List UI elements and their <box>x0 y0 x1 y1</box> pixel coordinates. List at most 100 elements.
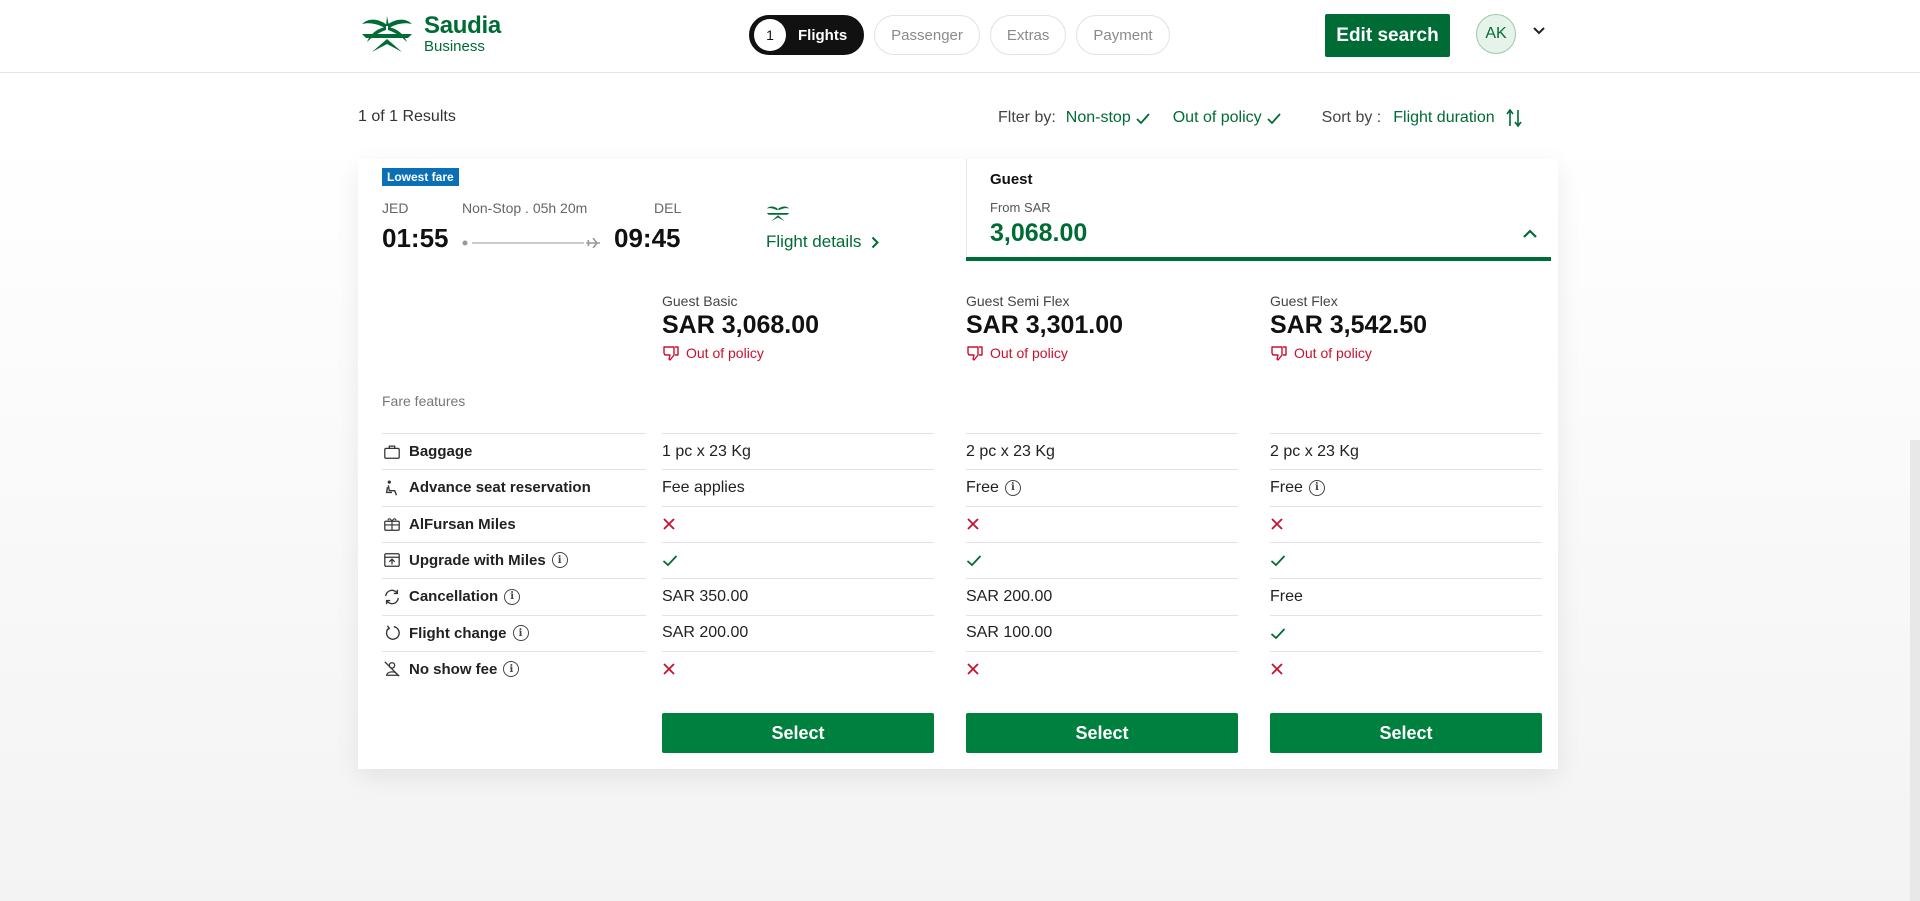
edit-search-button[interactable]: Edit search <box>1325 14 1450 57</box>
sort-label: Sort by : <box>1321 109 1382 126</box>
feature-value-cell: SAR 100.00 <box>966 614 1238 651</box>
flight-result-card: Lowest fare JED Non-Stop . 05h 20m DEL 0… <box>358 159 1558 769</box>
logo-subtitle: Business <box>424 38 485 55</box>
feature-value-cell: 1 pc x 23 Kg <box>662 433 934 469</box>
feature-value: SAR 100.00 <box>966 624 1053 641</box>
feature-row: No show fee i <box>382 650 1542 687</box>
out-of-policy-label: Out of policy <box>662 344 934 362</box>
avatar[interactable]: AK <box>1476 14 1516 54</box>
cross-icon <box>1271 518 1283 530</box>
info-icon[interactable]: i <box>512 625 529 641</box>
feature-label-cell: Cancellation i <box>382 578 646 614</box>
check-icon <box>1267 113 1281 125</box>
feature-value-cell <box>966 650 1238 687</box>
thumbs-down-icon <box>967 346 983 361</box>
step-extras[interactable]: Extras <box>989 15 1067 55</box>
step-passenger[interactable]: Passenger <box>874 15 980 55</box>
feature-value: 1 pc x 23 Kg <box>662 442 751 460</box>
destination-code: DEL <box>654 200 682 216</box>
thumbs-down-icon <box>1271 346 1287 361</box>
chevron-down-icon[interactable] <box>1532 26 1546 36</box>
miles-icon <box>382 514 402 534</box>
feature-label: Baggage <box>409 443 473 460</box>
info-icon[interactable]: i <box>504 588 521 605</box>
policy-text: Out of policy <box>1294 345 1372 361</box>
flight-details-link[interactable]: Flight details <box>766 232 880 252</box>
info-icon[interactable]: i <box>1004 479 1021 496</box>
feature-value-cell <box>662 650 934 687</box>
booking-steps: 1 Flights Passenger Extras Payment <box>749 15 1170 55</box>
feature-value-cell <box>662 541 934 578</box>
feature-value-cell <box>1270 614 1542 651</box>
airline-logo-icon <box>766 206 790 222</box>
depart-time: 01:55 <box>382 223 449 253</box>
feature-row: Flight change i SAR 200.00 SAR 100.00 <box>382 614 1542 651</box>
step-label: Flights <box>798 26 848 44</box>
feature-value: SAR 200.00 <box>966 587 1053 605</box>
info-icon[interactable]: i <box>1308 479 1325 496</box>
fare-column-basic: Guest Basic SAR 3,068.00 Out of policy <box>662 293 934 362</box>
filter-out-of-policy[interactable]: Out of policy <box>1173 109 1282 127</box>
filter-label: Flter by: <box>998 109 1056 126</box>
sort-dropdown[interactable]: Flight duration <box>1393 108 1522 128</box>
filter-option-label: Out of policy <box>1172 109 1262 126</box>
guest-fare-panel[interactable]: Guest From SAR 3,068.00 <box>966 159 1558 261</box>
info-icon[interactable]: i <box>551 552 568 569</box>
feature-row: Advance seat reservation Fee applies Free i… <box>382 469 1542 505</box>
feature-label: Upgrade with Miles <box>409 551 546 569</box>
feature-value-cell <box>966 541 1238 578</box>
feature-value: SAR 200.00 <box>662 624 749 641</box>
step-number: 1 <box>754 19 786 51</box>
filter-sort-bar: Flter by: Non-stop Out of policy Sort by… <box>998 108 1523 128</box>
guest-active-underline <box>966 257 1551 261</box>
flight-change-icon <box>382 623 402 643</box>
fare-name: Guest Flex <box>1270 293 1338 309</box>
no-show-icon <box>382 659 402 679</box>
step-payment[interactable]: Payment <box>1076 15 1170 55</box>
select-basic-button[interactable]: Select <box>662 713 934 753</box>
feature-label-cell: Advance seat reservation <box>382 469 646 505</box>
out-of-policy-label: Out of policy <box>966 344 1238 362</box>
feature-value: 2 pc x 23 Kg <box>966 442 1055 460</box>
feature-value-cell: Free i <box>966 469 1238 505</box>
feature-label: AlFursan Miles <box>409 515 516 533</box>
check-icon <box>1270 555 1286 567</box>
chevron-up-icon[interactable] <box>1522 229 1538 239</box>
saudia-palm-icon <box>362 16 412 52</box>
check-icon <box>1136 113 1150 125</box>
feature-value: Free <box>966 478 999 496</box>
scrollbar[interactable] <box>1910 440 1920 901</box>
select-flex-button[interactable]: Select <box>1270 713 1542 753</box>
step-label: Extras <box>1006 26 1050 44</box>
top-header: Saudia Business 1 Flights Passenger Extr… <box>0 0 1920 73</box>
arrive-time: 09:45 <box>614 223 681 253</box>
step-label: Payment <box>1093 26 1153 44</box>
info-icon[interactable]: i <box>503 661 520 678</box>
feature-value: SAR 350.00 <box>662 587 749 605</box>
feature-label: No show fee <box>409 660 498 678</box>
policy-text: Out of policy <box>686 345 764 361</box>
saudia-logo[interactable]: Saudia Business <box>358 12 501 56</box>
guest-price: 3,068.00 <box>990 219 1088 247</box>
lowest-fare-badge: Lowest fare <box>382 168 459 186</box>
feature-label-cell: Baggage <box>382 433 646 469</box>
feature-label-cell: AlFursan Miles <box>382 505 646 542</box>
baggage-icon <box>382 442 402 462</box>
filter-non-stop[interactable]: Non-stop <box>1066 109 1151 127</box>
feature-value-cell <box>1270 505 1542 542</box>
route-line-icon <box>462 238 600 248</box>
sort-arrows-icon <box>1505 108 1522 128</box>
fare-price: SAR 3,542.50 <box>1270 311 1428 339</box>
logo-name: Saudia <box>424 12 501 39</box>
cross-icon <box>967 663 979 675</box>
select-semi-flex-button[interactable]: Select <box>966 713 1238 753</box>
fare-column-semi-flex: Guest Semi Flex SAR 3,301.00 Out of poli… <box>966 293 1238 362</box>
feature-value-cell: SAR 200.00 <box>662 614 934 651</box>
feature-label-cell: No show fee i <box>382 650 646 687</box>
check-icon <box>966 555 982 567</box>
feature-value-cell: Free <box>1270 578 1542 614</box>
step-flights[interactable]: 1 Flights <box>749 15 865 55</box>
cross-icon <box>663 518 675 530</box>
feature-row: Upgrade with Miles i <box>382 541 1542 578</box>
out-of-policy-label: Out of policy <box>1270 344 1542 362</box>
